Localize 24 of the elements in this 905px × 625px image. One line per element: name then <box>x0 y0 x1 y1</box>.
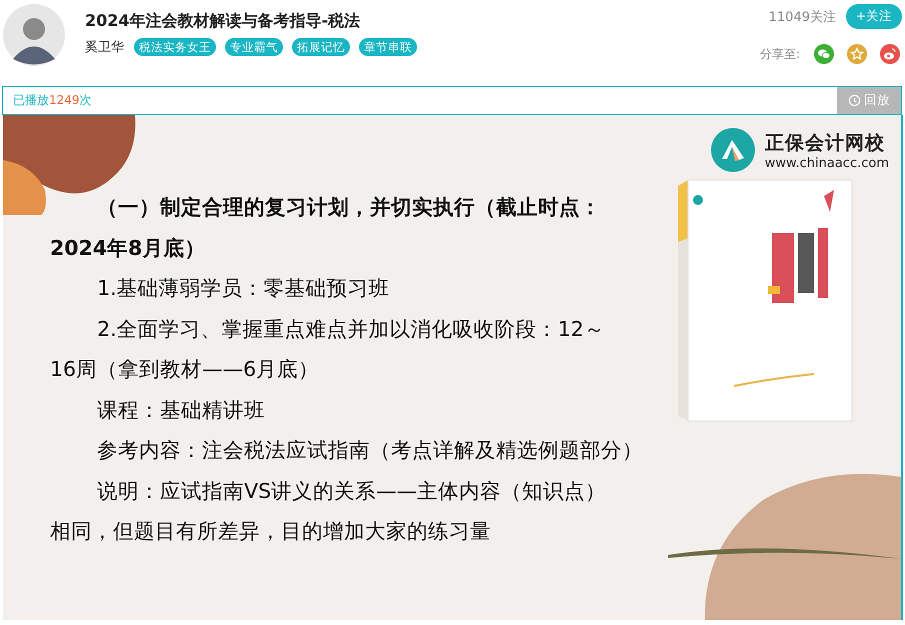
history-icon <box>848 94 861 107</box>
weibo-icon[interactable] <box>880 44 900 64</box>
slide-heading: （一）制定合理的复习计划，并切实执行（截止时点： 2024年8月底） <box>50 194 602 262</box>
follower-count: 11049关注 <box>768 8 836 26</box>
tag: 专业霸气 <box>225 38 283 56</box>
play-count: 已播放1249次 <box>13 92 92 109</box>
tag: 章节串联 <box>359 38 417 56</box>
slide-text: 2.全面学习、掌握重点难点并加以消化吸收阶段：12～ 16周（拿到教材——6月底） <box>50 316 606 383</box>
slide-text: 说明：应试指南VS讲义的关系——主体内容（知识点） 相同，但题目有所差异，目的增加大家的练习量 <box>50 478 608 545</box>
slide-text: 1.基础薄弱学员：零基础预习班 <box>96 275 391 302</box>
tag: 税法实务女王 <box>134 38 216 56</box>
follow-button[interactable]: +关注 <box>846 4 902 29</box>
replay-button[interactable]: 回放 <box>837 87 901 114</box>
slide-text: 参考内容：注会税法应试指南（考点详解及精选例题部分） <box>96 437 644 464</box>
logo-url: www.chinaacc.com <box>764 156 889 170</box>
teacher-name: 奚卫华 <box>85 39 124 56</box>
avatar-icon <box>3 4 65 66</box>
course-title: 2024年注会教材解读与备考指导-税法 <box>85 10 362 32</box>
slide-text: 课程：基础精讲班 <box>96 396 266 424</box>
logo-name: 正保会计网校 <box>764 130 886 156</box>
tag: 拓展记忆 <box>292 38 350 56</box>
wechat-icon[interactable] <box>814 44 834 64</box>
logo-icon <box>710 128 755 172</box>
share-label: 分享至: <box>760 46 800 62</box>
